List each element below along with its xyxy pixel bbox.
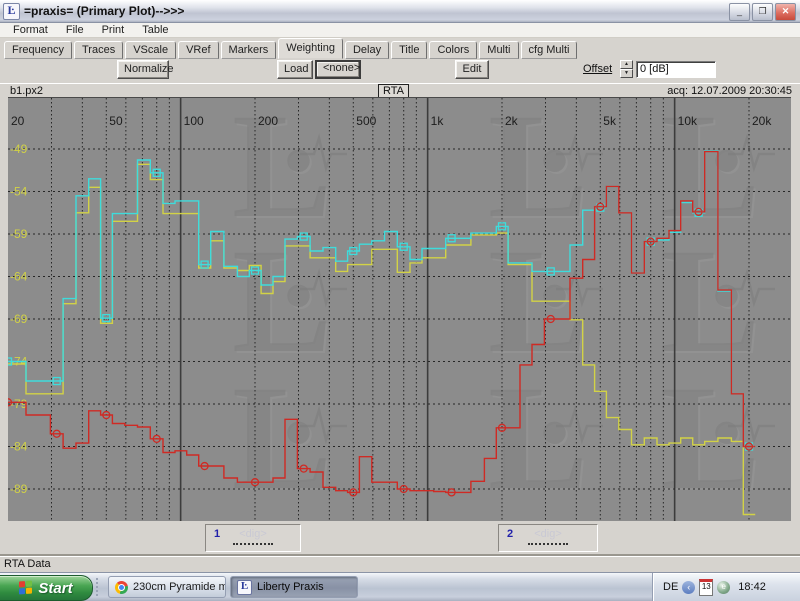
x-tick-label: 2k xyxy=(505,114,519,128)
plot-file-name: b1.px2 xyxy=(10,85,44,97)
praxis-app-window: { "window": { "title": "=praxis= (Primar… xyxy=(0,0,800,601)
acquisition-timestamp: acq: 12.07.2009 20:30:45 xyxy=(667,85,792,97)
liberty-icon: Ŀ xyxy=(237,579,252,595)
x-tick-label: 500 xyxy=(356,114,376,128)
weighting-toolbar: Normalize Load <none> Edit Offset ▲ ▼ 0 … xyxy=(0,57,800,84)
offset-spinner[interactable]: ▲ ▼ xyxy=(620,60,633,79)
legend-slot-2[interactable]: 2 <dig> xyxy=(498,524,598,552)
x-tick-label: 5k xyxy=(603,114,617,128)
menu-item-file[interactable]: File xyxy=(57,24,93,36)
minimize-button[interactable]: _ xyxy=(729,3,750,21)
spinner-up-icon[interactable]: ▲ xyxy=(620,60,633,69)
windows-flag-icon xyxy=(19,580,33,596)
menu-bar: Format File Print Table xyxy=(0,23,800,38)
legend-trace-line xyxy=(233,543,273,545)
y-tick-label: -69 xyxy=(10,312,28,326)
taskbar-task-1[interactable]: 230cm Pyramide mit ... xyxy=(108,576,226,598)
y-tick-label: -64 xyxy=(10,270,28,284)
x-tick-label: 1k xyxy=(431,114,445,128)
y-tick-label: -79 xyxy=(10,397,28,411)
svg-text:Ŀ: Ŀ xyxy=(232,355,332,521)
restore-button[interactable]: ❐ xyxy=(752,3,773,21)
svg-text:Ŀ: Ŀ xyxy=(488,355,588,521)
load-value-button[interactable]: <none> xyxy=(315,60,361,79)
edit-button[interactable]: Edit xyxy=(455,60,489,79)
tab-weighting[interactable]: Weighting xyxy=(278,38,343,59)
y-tick-label: -54 xyxy=(10,185,28,199)
x-tick-label: 10k xyxy=(678,114,698,128)
quick-launch-grip[interactable] xyxy=(96,578,106,596)
tab-bar: Frequency Traces VScale VRef Markers Weightin… xyxy=(0,38,800,59)
update-tray-icon[interactable]: e xyxy=(717,580,731,594)
normalize-button[interactable]: Normalize xyxy=(117,60,174,79)
rta-plot-area[interactable]: Ŀ Ŀ Ŀ Ŀ Ŀ Ŀ Ŀ Ŀ Ŀ Ŀ Ŀ Ŀ Ŀ Ŀ Ŀ Ŀ Ŀ Ŀ 20 50 100 200 500 1k 2k 5k 10k… xyxy=(8,97,791,522)
windows-taskbar: Start 230cm Pyramide mit ... Ŀ Liberty Pra… xyxy=(0,572,800,601)
legend-slot-1[interactable]: 1 <dig> xyxy=(205,524,301,552)
x-tick-label: 50 xyxy=(109,114,123,128)
status-text: RTA Data xyxy=(4,558,51,570)
x-tick-label: 100 xyxy=(184,114,204,128)
legend-slot-name: <dig> xyxy=(534,528,562,540)
rta-mode-badge: RTA xyxy=(378,84,409,98)
taskbar-clock: 18:42 xyxy=(738,581,766,593)
y-tick-label: -49 xyxy=(10,142,28,156)
offset-input[interactable]: 0 [dB] xyxy=(636,61,716,78)
status-bar: RTA Data xyxy=(0,556,800,573)
rta-plot-canvas: ĿĿ ĿĿ ĿĿĿĿ ĿĿ ĿĿĿĿ ĿĿ ĿĿ20 50 100 200 500 1k 2k 5k 10k… xyxy=(8,98,791,522)
x-tick-label: 20k xyxy=(752,114,772,128)
task-label: Liberty Praxis xyxy=(257,581,324,593)
hide-icons-chevron-icon[interactable]: ‹ xyxy=(682,580,696,594)
system-tray: DE ‹ 13 e 18:42 xyxy=(652,573,800,601)
start-button[interactable]: Start xyxy=(0,575,93,601)
x-tick-label: 200 xyxy=(258,114,278,128)
start-label: Start xyxy=(38,579,73,597)
legend-slot-name: <dig> xyxy=(239,528,267,540)
app-icon: Ŀ xyxy=(3,2,20,20)
y-tick-label: -59 xyxy=(10,227,28,241)
language-indicator[interactable]: DE xyxy=(663,581,678,593)
task-label: 230cm Pyramide mit ... xyxy=(133,581,225,593)
load-button[interactable]: Load xyxy=(277,60,313,79)
menu-item-table[interactable]: Table xyxy=(133,24,177,36)
offset-label[interactable]: Offset xyxy=(583,63,612,75)
window-title: =praxis= (Primary Plot)-->>> xyxy=(24,4,185,18)
y-tick-label: -84 xyxy=(10,440,28,454)
x-tick-label: 20 xyxy=(11,114,25,128)
menu-item-print[interactable]: Print xyxy=(93,24,134,36)
plot-header: b1.px2 RTA acq: 12.07.2009 20:30:45 xyxy=(0,83,800,98)
legend-strip: 1 <dig> 2 <dig> xyxy=(0,521,800,556)
calendar-tray-icon[interactable]: 13 xyxy=(699,578,714,596)
menu-item-format[interactable]: Format xyxy=(4,24,57,36)
y-tick-label: -89 xyxy=(10,482,28,496)
legend-trace-line xyxy=(528,543,568,545)
spinner-down-icon[interactable]: ▼ xyxy=(620,69,633,78)
close-button[interactable]: ✕ xyxy=(775,3,796,21)
title-bar: Ŀ =praxis= (Primary Plot)-->>> _ ❐ ✕ xyxy=(0,0,800,23)
chrome-icon xyxy=(115,580,128,594)
taskbar-task-2[interactable]: Ŀ Liberty Praxis xyxy=(230,576,358,598)
